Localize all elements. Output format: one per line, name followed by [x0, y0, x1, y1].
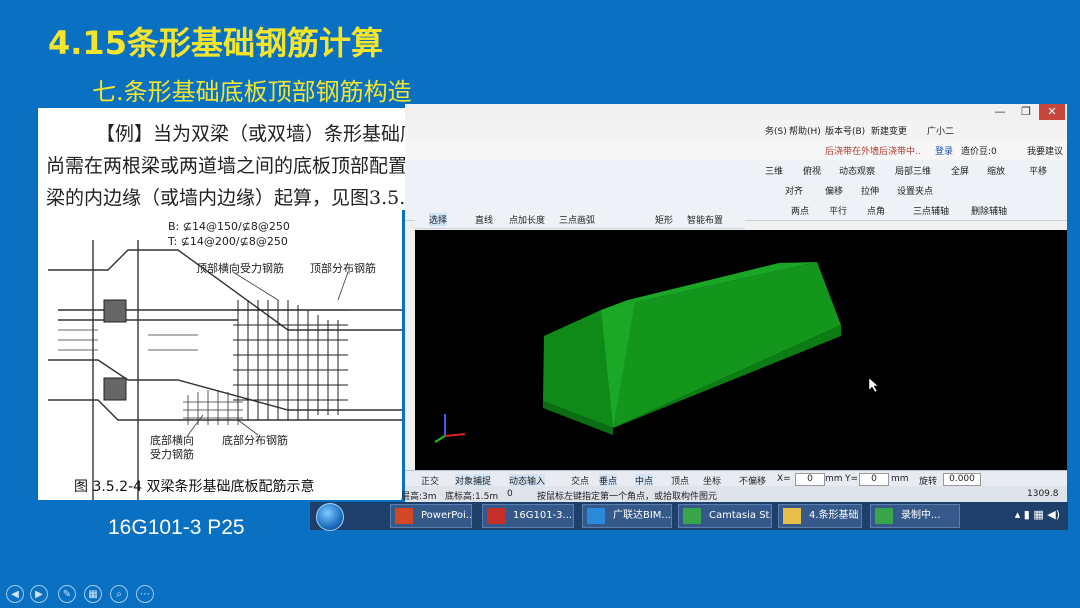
tool-fullscreen[interactable]: 全屏 — [951, 164, 969, 177]
info-statusbar: 层高:3m 底标高:1.5m 0 按鼠标左键指定第一个角点，或拾取构件图元 13… — [401, 486, 1067, 502]
task-powerpoint[interactable]: PowerPoi... — [390, 504, 472, 528]
tool-top-view[interactable]: 俯视 — [803, 164, 821, 177]
draw-toolbar: 选择 直线 点加长度 三点画弧 矩形 智能布置 — [415, 210, 745, 229]
label-bottom-transverse-2: 受力钢筋 — [150, 448, 194, 461]
label-b: B: ⊈14@150/⊈8@250 — [168, 220, 290, 233]
zoom-icon[interactable]: ⌕ — [110, 585, 128, 603]
task-label: 广联达BIM... — [613, 510, 671, 521]
start-button[interactable] — [316, 503, 344, 531]
x-label: X= — [777, 474, 791, 484]
task-label: 录制中... — [901, 510, 941, 521]
menu-item-new-change[interactable]: 新建变更 — [871, 124, 907, 137]
login-link[interactable]: 登录 — [935, 144, 953, 157]
y-unit: mm — [891, 474, 909, 484]
task-label: PowerPoi... — [421, 510, 472, 521]
gld-app-window: — ❐ ✕ 务(S) 帮助(H) 版本号(B) 新建变更 广小二 后浇带在外墙后… — [401, 104, 1067, 502]
tool-offset[interactable]: 偏移 — [825, 184, 843, 197]
task-label: 16G101-3... — [513, 510, 573, 521]
gld-icon — [587, 508, 605, 524]
tool-three-point-axis[interactable]: 三点辅轴 — [913, 204, 949, 217]
menu-item-help[interactable]: 帮助(H) — [789, 124, 821, 137]
next-slide-icon[interactable]: ▶ — [30, 585, 48, 603]
folder-icon — [783, 508, 801, 524]
pen-icon[interactable]: ✎ — [58, 585, 76, 603]
notice-text: 后浇带在外墙后浇带中.. — [825, 147, 921, 157]
slide-subtitle: 七.条形基础底板顶部钢筋构造 — [92, 78, 412, 106]
task-camtasia[interactable]: Camtasia St... — [678, 504, 772, 528]
tool-point-length[interactable]: 点加长度 — [509, 213, 545, 226]
task-folder[interactable]: 4.条形基础 — [778, 504, 862, 528]
cost-bean: 造价豆:0 — [961, 147, 997, 157]
tool-zoom[interactable]: 缩放 — [987, 164, 1005, 177]
tool-line[interactable]: 直线 — [475, 213, 493, 226]
powerpoint-icon — [395, 508, 413, 524]
figure-drawing — [48, 240, 402, 500]
edit-toolbar: 对齐 偏移 拉伸 设置夹点 — [405, 180, 1067, 201]
notice-bar: 后浇带在外墙后浇带中.. 登录 造价豆:0 我要建议 — [405, 140, 1067, 161]
menu-item-version[interactable]: 版本号(B) — [825, 124, 865, 137]
system-tray[interactable]: ▴ ▮ ▦ ◀) — [1015, 508, 1060, 521]
coord-readout: 1309.8 — [1027, 489, 1059, 499]
menu-item-guangxiaoer[interactable]: 广小二 — [927, 124, 954, 137]
task-pdf[interactable]: 16G101-3... — [482, 504, 574, 528]
tool-stretch[interactable]: 拉伸 — [861, 184, 879, 197]
task-label: Camtasia St... — [709, 510, 772, 521]
view-toolbar: 三维 俯视 动态观察 局部三维 全屏 缩放 平移 — [405, 160, 1067, 181]
axis-gizmo-icon — [434, 414, 466, 443]
rebar-figure: B: ⊈14@150/⊈8@250 T: ⊈14@200/⊈8@250 顶部横向… — [38, 210, 402, 500]
tool-grip[interactable]: 设置夹点 — [897, 184, 933, 197]
y-label: Y= — [845, 474, 859, 484]
close-icon[interactable]: ✕ — [1039, 104, 1065, 120]
tool-rectangle[interactable]: 矩形 — [655, 213, 673, 226]
strip-foundation-model — [434, 262, 879, 443]
x-input[interactable]: 0 — [795, 473, 825, 486]
tool-parallel[interactable]: 平行 — [829, 204, 847, 217]
tool-point-angle[interactable]: 点角 — [867, 204, 885, 217]
hint-text: 按鼠标左键指定第一个角点，或拾取构件图元 — [537, 492, 718, 502]
tool-two-point[interactable]: 两点 — [791, 204, 809, 217]
menu-item-tasks[interactable]: 务(S) — [765, 124, 787, 137]
tool-delete-axis[interactable]: 删除辅轴 — [971, 204, 1007, 217]
figure-caption: 图 3.5.2-4 双梁条形基础底板配筋示意 — [74, 479, 315, 495]
rotate-input[interactable]: 0.000 — [943, 473, 981, 486]
y-input[interactable]: 0 — [859, 473, 889, 486]
label-top-transverse: 顶部横向受力钢筋 — [196, 262, 284, 275]
tool-align[interactable]: 对齐 — [785, 184, 803, 197]
standard-reference: 16G101-3 P25 — [108, 516, 245, 539]
camtasia-icon — [683, 508, 701, 524]
tool-local-3d[interactable]: 局部三维 — [895, 164, 931, 177]
prev-slide-icon[interactable]: ◀ — [6, 585, 24, 603]
more-icon[interactable]: ⋯ — [136, 585, 154, 603]
floor-height: 层高:3m — [401, 492, 437, 502]
slide-title: 4.15条形基础钢筋计算 — [48, 24, 383, 62]
cursor-icon — [868, 377, 879, 393]
tool-pan[interactable]: 平移 — [1029, 164, 1047, 177]
minimize-icon[interactable]: — — [987, 104, 1013, 120]
tool-orbit[interactable]: 动态观察 — [839, 164, 875, 177]
tool-select[interactable]: 选择 — [429, 213, 448, 226]
snap-statusbar: 正交 对象捕捉 动态输入 交点 垂点 中点 顶点 坐标 不偏移 X= 0 mm … — [405, 470, 1067, 487]
base-height: 底标高:1.5m — [445, 492, 499, 502]
task-recording[interactable]: 录制中... — [870, 504, 960, 528]
x-unit: mm — [825, 474, 843, 484]
base-value: 0 — [507, 489, 513, 499]
menu-bar: 务(S) 帮助(H) 版本号(B) 新建变更 广小二 — [405, 120, 1067, 141]
task-gld[interactable]: 广联达BIM... — [582, 504, 672, 528]
task-label: 4.条形基础 — [809, 510, 859, 521]
windows-taskbar: PowerPoi... 16G101-3... 广联达BIM... Camtas… — [310, 502, 1068, 531]
label-top-distribution: 顶部分布钢筋 — [310, 262, 376, 275]
tool-3d[interactable]: 三维 — [765, 164, 783, 177]
pdf-icon — [487, 508, 505, 524]
camtasia-recorder-icon — [875, 508, 893, 524]
tool-three-point-arc[interactable]: 三点画弧 — [559, 213, 595, 226]
maximize-icon[interactable]: ❐ — [1013, 104, 1039, 120]
slides-icon[interactable]: ▦ — [84, 585, 102, 603]
label-bottom-distribution: 底部分布钢筋 — [222, 434, 288, 447]
tool-smart-place[interactable]: 智能布置 — [687, 213, 723, 226]
suggest-link[interactable]: 我要建议 — [1027, 144, 1063, 157]
label-t: T: ⊈14@200/⊈8@250 — [168, 235, 288, 248]
3d-viewport[interactable] — [415, 230, 1067, 470]
